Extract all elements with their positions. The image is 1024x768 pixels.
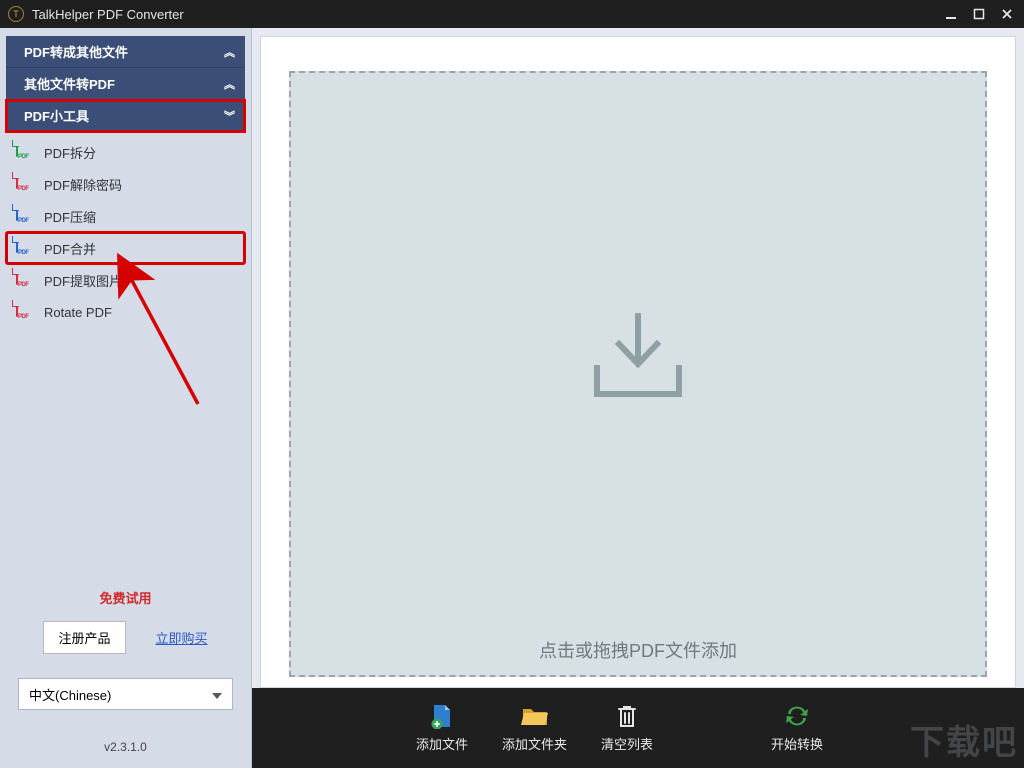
tool-label: PDF解除密码 xyxy=(44,175,122,194)
app-logo-icon: T xyxy=(8,6,24,22)
main-panel: 点击或拖拽PDF文件添加 xyxy=(260,36,1016,688)
add-folder-button[interactable]: 添加文件夹 xyxy=(502,704,567,753)
tool-label: PDF压缩 xyxy=(44,207,96,226)
language-select[interactable]: 中文(Chinese) xyxy=(18,678,233,710)
pdf-file-icon: PDF xyxy=(16,141,34,163)
tool-pdf-split[interactable]: PDF PDF拆分 xyxy=(6,136,245,168)
window-controls xyxy=(944,7,1020,21)
pdf-file-icon: PDF xyxy=(16,173,34,195)
buy-link[interactable]: 立即购买 xyxy=(156,628,208,647)
tool-pdf-rotate[interactable]: PDF Rotate PDF xyxy=(6,296,245,328)
drop-zone[interactable]: 点击或拖拽PDF文件添加 xyxy=(289,71,987,677)
app-window: T TalkHelper PDF Converter PDF转成其他文件 ︽ xyxy=(0,0,1024,768)
drop-hint: 点击或拖拽PDF文件添加 xyxy=(539,637,737,663)
add-file-icon xyxy=(428,704,456,728)
titlebar: T TalkHelper PDF Converter xyxy=(0,0,1024,28)
section-label: PDF小工具 xyxy=(24,106,89,125)
bottom-toolbar: 添加文件 添加文件夹 清空列表 xyxy=(252,688,1024,768)
minimize-button[interactable] xyxy=(944,7,958,21)
start-convert-button[interactable]: 开始转换 xyxy=(767,704,827,753)
trial-label: 免费试用 xyxy=(0,582,251,621)
sidebar: PDF转成其他文件 ︽ 其他文件转PDF ︽ PDF小工具 ︾ PDF PDF拆… xyxy=(0,28,252,768)
pdf-tools-list: PDF PDF拆分 PDF PDF解除密码 PDF PDF压缩 PDF PDF合… xyxy=(6,132,245,334)
tool-pdf-unlock[interactable]: PDF PDF解除密码 xyxy=(6,168,245,200)
sidebar-sections: PDF转成其他文件 ︽ 其他文件转PDF ︽ PDF小工具 ︾ PDF PDF拆… xyxy=(0,36,251,334)
version-label: v2.3.1.0 xyxy=(0,720,251,768)
refresh-icon xyxy=(783,704,811,728)
pdf-file-icon: PDF xyxy=(16,237,34,259)
tool-label: Rotate PDF xyxy=(44,305,112,320)
trash-icon xyxy=(613,704,641,728)
chevron-up-icon: ︽ xyxy=(224,76,233,92)
section-label: 其他文件转PDF xyxy=(24,74,115,93)
register-row: 注册产品 立即购买 xyxy=(0,621,251,672)
tool-pdf-compress[interactable]: PDF PDF压缩 xyxy=(6,200,245,232)
register-button[interactable]: 注册产品 xyxy=(43,621,125,654)
pdf-file-icon: PDF xyxy=(16,205,34,227)
section-pdf-to-other[interactable]: PDF转成其他文件 ︽ xyxy=(6,36,245,68)
clear-list-button[interactable]: 清空列表 xyxy=(597,704,657,753)
tool-label: PDF拆分 xyxy=(44,143,96,162)
tool-pdf-merge[interactable]: PDF PDF合并 xyxy=(6,232,245,264)
maximize-button[interactable] xyxy=(972,7,986,21)
app-body: PDF转成其他文件 ︽ 其他文件转PDF ︽ PDF小工具 ︾ PDF PDF拆… xyxy=(0,28,1024,768)
section-label: PDF转成其他文件 xyxy=(24,42,128,61)
tool-label: PDF提取图片 xyxy=(44,271,122,290)
app-title: TalkHelper PDF Converter xyxy=(32,7,944,22)
pdf-file-icon: PDF xyxy=(16,301,34,323)
tool-pdf-extract-images[interactable]: PDF PDF提取图片 xyxy=(6,264,245,296)
dropdown-arrow-icon xyxy=(212,687,222,702)
start-convert-label: 开始转换 xyxy=(771,734,823,753)
add-folder-label: 添加文件夹 xyxy=(502,734,567,753)
section-pdf-tools[interactable]: PDF小工具 ︾ xyxy=(6,100,245,132)
chevron-down-icon: ︾ xyxy=(224,108,233,124)
language-value: 中文(Chinese) xyxy=(29,685,111,704)
chevron-up-icon: ︽ xyxy=(224,44,233,60)
close-button[interactable] xyxy=(1000,7,1014,21)
add-file-label: 添加文件 xyxy=(416,734,468,753)
clear-list-label: 清空列表 xyxy=(601,734,653,753)
section-other-to-pdf[interactable]: 其他文件转PDF ︽ xyxy=(6,68,245,100)
folder-icon xyxy=(521,704,549,728)
download-tray-icon xyxy=(583,312,693,407)
pdf-file-icon: PDF xyxy=(16,269,34,291)
tool-label: PDF合并 xyxy=(44,239,96,258)
add-file-button[interactable]: 添加文件 xyxy=(412,704,472,753)
